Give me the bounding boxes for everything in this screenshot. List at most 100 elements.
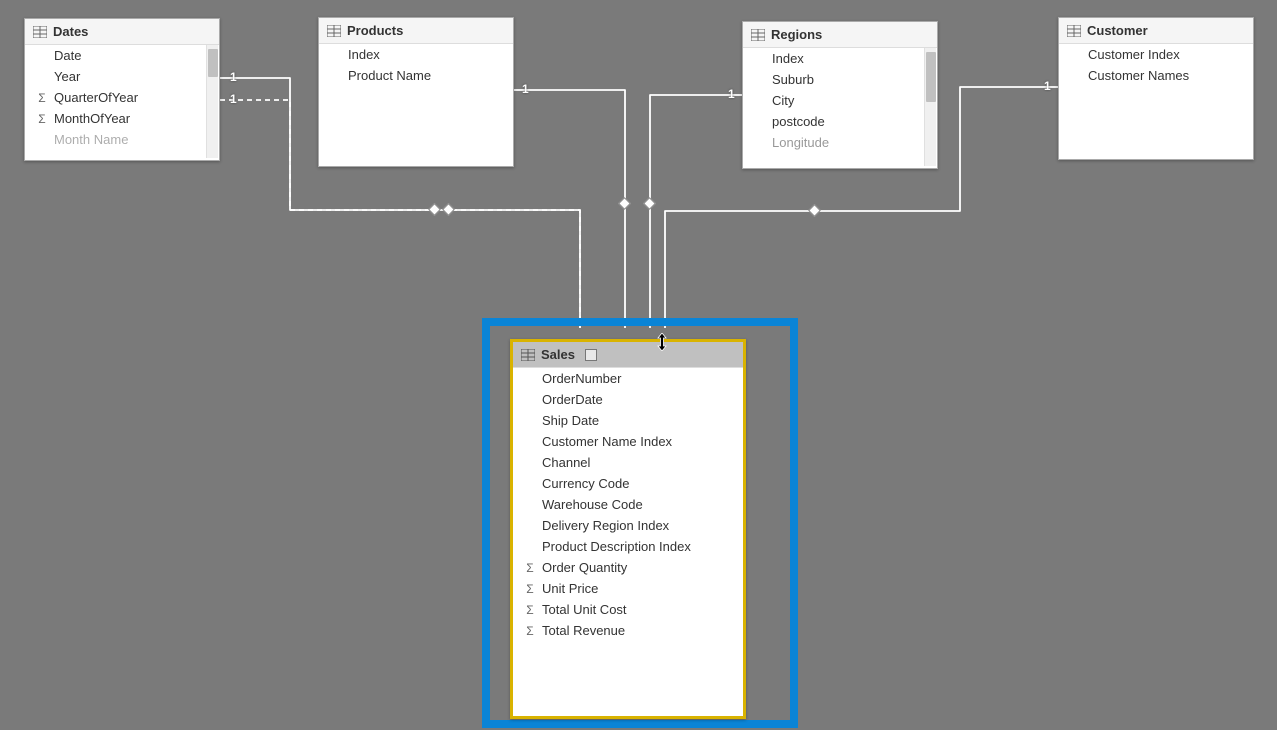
field-name: Suburb — [772, 72, 814, 87]
field-name: City — [772, 93, 794, 108]
field-name: Longitude — [772, 135, 829, 150]
field-row[interactable]: Index — [743, 48, 937, 69]
table-products[interactable]: Products Index Product Name — [318, 17, 514, 167]
field-name: Year — [54, 69, 80, 84]
field-name: Warehouse Code — [542, 497, 643, 512]
field-row[interactable]: Suburb — [743, 69, 937, 90]
cardinality-many: * — [578, 319, 582, 330]
field-row[interactable]: Σ QuarterOfYear — [25, 87, 219, 108]
table-sales[interactable]: Sales OrderNumber OrderDate Ship Date Cu… — [510, 339, 746, 719]
field-row[interactable]: Customer Names — [1059, 65, 1253, 86]
field-name: Ship Date — [542, 413, 599, 428]
cardinality-products: 1 — [522, 82, 529, 96]
field-row[interactable]: Warehouse Code — [513, 494, 743, 515]
field-name: Index — [772, 51, 804, 66]
filter-direction-node — [808, 204, 821, 217]
field-row[interactable]: Customer Index — [1059, 44, 1253, 65]
sigma-icon: Σ — [523, 624, 537, 638]
field-name: Customer Name Index — [542, 434, 672, 449]
field-row[interactable]: Σ Total Unit Cost — [513, 599, 743, 620]
sigma-icon: Σ — [523, 603, 537, 617]
field-name: OrderDate — [542, 392, 603, 407]
field-row[interactable]: Date — [25, 45, 219, 66]
field-row[interactable]: Customer Name Index — [513, 431, 743, 452]
field-row[interactable]: Product Description Index — [513, 536, 743, 557]
field-name: postcode — [772, 114, 825, 129]
table-icon — [1067, 25, 1081, 37]
field-row[interactable]: Σ Order Quantity — [513, 557, 743, 578]
field-name: Total Revenue — [542, 623, 625, 638]
table-title: Customer — [1087, 23, 1148, 38]
field-row[interactable]: City — [743, 90, 937, 111]
field-row[interactable]: Σ Total Revenue — [513, 620, 743, 641]
table-dates[interactable]: Dates Date Year Σ QuarterOfYear Σ MonthOfY… — [24, 18, 220, 161]
field-row[interactable]: Channel — [513, 452, 743, 473]
table-icon — [327, 25, 341, 37]
field-name: Month Name — [54, 132, 128, 147]
field-name: Delivery Region Index — [542, 518, 669, 533]
field-row[interactable]: Longitude — [743, 132, 937, 153]
table-header-regions[interactable]: Regions — [743, 22, 937, 48]
scrollbar[interactable] — [206, 45, 218, 158]
filter-direction-node — [442, 203, 455, 216]
table-title: Regions — [771, 27, 822, 42]
field-row[interactable]: Ship Date — [513, 410, 743, 431]
table-regions[interactable]: Regions Index Suburb City postcode Longi… — [742, 21, 938, 169]
filter-direction-node — [643, 197, 656, 210]
field-row[interactable]: OrderDate — [513, 389, 743, 410]
field-name: QuarterOfYear — [54, 90, 138, 105]
field-name: Channel — [542, 455, 590, 470]
table-header-sales[interactable]: Sales — [513, 342, 743, 368]
field-row[interactable]: Year — [25, 66, 219, 87]
field-row[interactable]: Σ Unit Price — [513, 578, 743, 599]
field-name: Index — [348, 47, 380, 62]
sigma-icon: Σ — [35, 112, 49, 126]
table-header-customer[interactable]: Customer — [1059, 18, 1253, 44]
scrollbar-thumb[interactable] — [208, 49, 218, 77]
table-header-products[interactable]: Products — [319, 18, 513, 44]
field-name: Total Unit Cost — [542, 602, 627, 617]
cardinality-dates-2: 1 — [230, 92, 237, 106]
cardinality-many: * — [632, 319, 636, 330]
table-icon — [33, 26, 47, 38]
field-name: Currency Code — [542, 476, 629, 491]
sigma-icon: Σ — [523, 582, 537, 596]
field-row[interactable]: Index — [319, 44, 513, 65]
table-icon — [521, 349, 535, 361]
field-row[interactable]: OrderNumber — [513, 368, 743, 389]
field-name: Customer Index — [1088, 47, 1180, 62]
scrollbar-thumb[interactable] — [926, 52, 936, 102]
filter-direction-node — [428, 203, 441, 216]
table-badge-icon — [585, 349, 597, 361]
cardinality-many: * — [652, 319, 656, 330]
field-name: Product Description Index — [542, 539, 691, 554]
field-name: MonthOfYear — [54, 111, 130, 126]
filter-direction-node — [618, 197, 631, 210]
sigma-icon: Σ — [35, 91, 49, 105]
scrollbar[interactable] — [924, 48, 936, 166]
field-name: Order Quantity — [542, 560, 627, 575]
cardinality-customer: 1 — [1044, 79, 1051, 93]
field-name: Customer Names — [1088, 68, 1189, 83]
sigma-icon: Σ — [523, 561, 537, 575]
table-icon — [751, 29, 765, 41]
table-header-dates[interactable]: Dates — [25, 19, 219, 45]
table-customer[interactable]: Customer Customer Index Customer Names — [1058, 17, 1254, 160]
field-row[interactable]: Delivery Region Index — [513, 515, 743, 536]
field-row[interactable]: Σ MonthOfYear — [25, 108, 219, 129]
field-name: Date — [54, 48, 81, 63]
field-row[interactable]: Currency Code — [513, 473, 743, 494]
field-name: Unit Price — [542, 581, 598, 596]
cardinality-many: * — [668, 319, 672, 330]
field-row[interactable]: postcode — [743, 111, 937, 132]
cardinality-many: * — [608, 319, 612, 330]
field-name: OrderNumber — [542, 371, 621, 386]
table-title: Sales — [541, 347, 575, 362]
field-row[interactable]: Product Name — [319, 65, 513, 86]
table-title: Dates — [53, 24, 88, 39]
cardinality-dates-1: 1 — [230, 70, 237, 84]
field-row[interactable]: Month Name — [25, 129, 219, 150]
table-title: Products — [347, 23, 403, 38]
field-name: Product Name — [348, 68, 431, 83]
cardinality-regions: 1 — [728, 87, 735, 101]
